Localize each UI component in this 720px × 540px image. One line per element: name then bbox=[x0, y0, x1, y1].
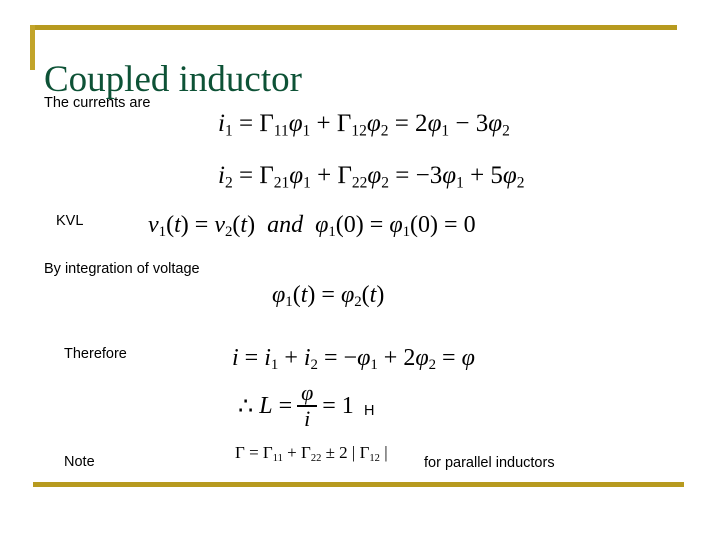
label-the-currents-are: The currents are bbox=[44, 95, 151, 111]
label-kvl: KVL bbox=[56, 213, 84, 229]
page-title: Coupled inductor bbox=[44, 59, 302, 100]
label-by-integration-of-voltage: By integration of voltage bbox=[44, 261, 200, 277]
equation-kvl: v1(t) = v2(t) and φ1(0) = φ1(0) = 0 bbox=[148, 212, 476, 241]
top-gold-rule bbox=[30, 25, 677, 30]
fraction-phi-over-i: φ i bbox=[297, 382, 318, 430]
equation-current-2: i2 = Γ21φ1 + Γ22φ2 = −3φ1 + 5φ2 bbox=[218, 162, 525, 192]
label-henry-unit: H bbox=[364, 403, 375, 419]
label-for-parallel-inductors: for parallel inductors bbox=[424, 455, 555, 471]
label-note: Note bbox=[64, 454, 95, 470]
equation-inductance: ∴ L = φ i = 1 bbox=[238, 380, 354, 431]
equation-current-1: i1 = Γ11φ1 + Γ12φ2 = 2φ1 − 3φ2 bbox=[218, 110, 510, 140]
label-therefore: Therefore bbox=[64, 346, 127, 362]
bottom-gold-rule bbox=[33, 482, 684, 487]
slide: Coupled inductor The currents are i1 = Γ… bbox=[0, 0, 720, 540]
equation-gamma-parallel: Γ = Γ11 + Γ22 ± 2 | Γ12 | bbox=[235, 443, 388, 464]
left-gold-rule bbox=[30, 25, 35, 70]
equation-total-current: i = i1 + i2 = −φ1 + 2φ2 = φ bbox=[232, 345, 475, 374]
equation-flux-equality: φ1(t) = φ2(t) bbox=[272, 282, 385, 311]
